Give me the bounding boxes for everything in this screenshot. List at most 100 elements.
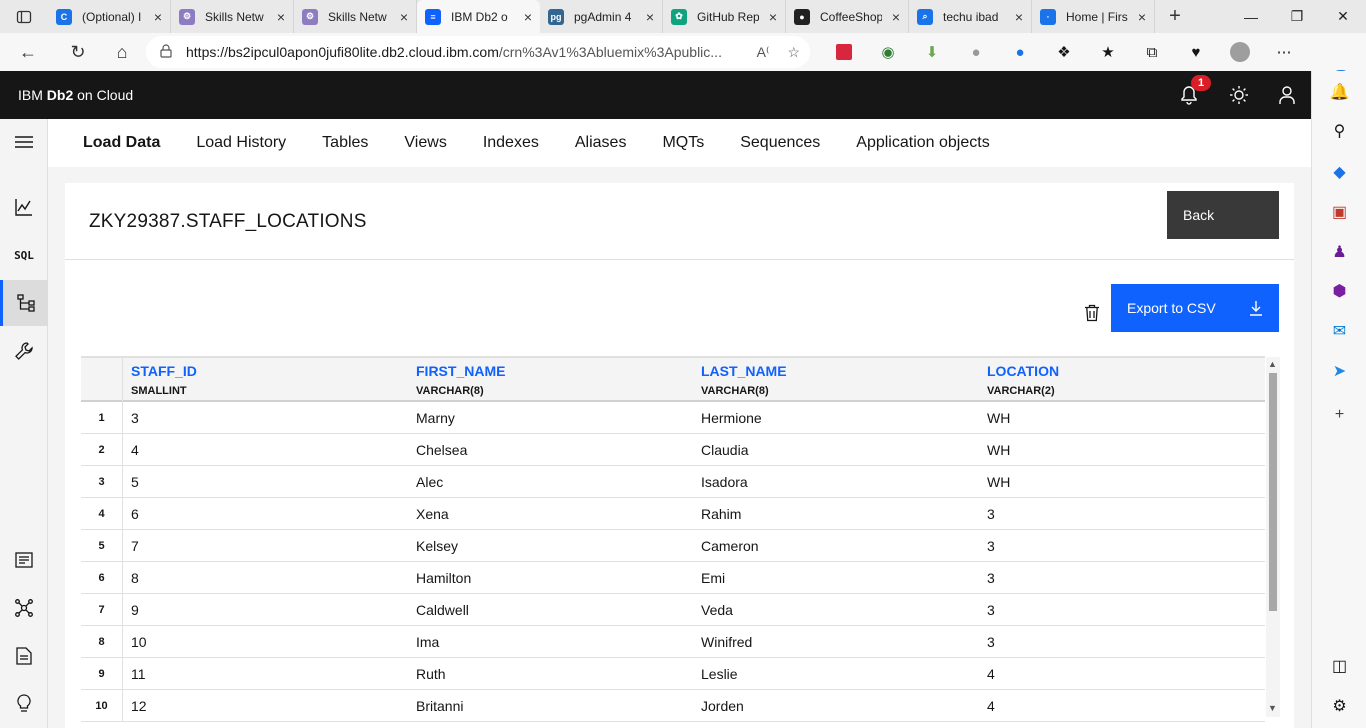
sidebar-layout-icon[interactable]: ◫ [1312, 651, 1366, 681]
search-sidebar-icon[interactable]: ⚲ [1312, 116, 1366, 146]
collections-icon[interactable]: ⧉ [1130, 44, 1174, 61]
games-sidebar-icon[interactable]: ♟ [1312, 237, 1366, 267]
tab-aliases[interactable]: Aliases [575, 134, 627, 152]
tab-close-icon[interactable]: × [400, 9, 408, 25]
outlook-sidebar-icon[interactable]: ✉ [1312, 316, 1366, 346]
browser-tab[interactable]: pg pgAdmin 4 × [540, 0, 663, 33]
notification-bell-icon[interactable]: 1 [1165, 71, 1213, 119]
tab-actions-icon[interactable] [0, 0, 48, 33]
new-tab-button[interactable]: + [1155, 5, 1195, 28]
document-list-icon[interactable] [0, 633, 48, 679]
back-arrow-icon[interactable]: ← [0, 33, 56, 71]
cell-first-name: Ima [416, 634, 440, 650]
scroll-down-icon[interactable]: ▼ [1268, 703, 1277, 713]
theme-toggle-icon[interactable] [1215, 71, 1263, 119]
favorites-icon[interactable]: ★ [1086, 43, 1130, 61]
documents-icon[interactable] [0, 537, 48, 583]
tab-close-icon[interactable]: × [1015, 9, 1023, 25]
table-row[interactable]: 9 11 Ruth Leslie 4 [81, 658, 1265, 690]
tab-close-icon[interactable]: × [646, 9, 654, 25]
table-row[interactable]: 5 7 Kelsey Cameron 3 [81, 530, 1265, 562]
export-csv-button[interactable]: Export to CSV [1111, 284, 1279, 332]
column-header-last-name[interactable]: LAST_NAME VARCHAR(8) [701, 363, 787, 397]
extension-shazam-icon[interactable]: ● [998, 44, 1042, 61]
read-aloud-icon[interactable]: A⁽ [757, 44, 770, 61]
tab-close-icon[interactable]: × [892, 9, 900, 25]
refresh-icon[interactable]: ↻ [56, 33, 100, 71]
address-bar[interactable]: https://bs2ipcul0apon0jufi80lite.db2.clo… [146, 36, 810, 68]
lightbulb-icon[interactable] [0, 681, 48, 727]
tab-sequences[interactable]: Sequences [740, 134, 820, 152]
office-sidebar-icon[interactable]: ⬢ [1312, 276, 1366, 306]
cell-first-name: Alec [416, 474, 444, 490]
table-row[interactable]: 1 3 Marny Hermione WH [81, 402, 1265, 434]
back-button[interactable]: Back [1167, 191, 1279, 239]
tab-close-icon[interactable]: × [154, 9, 162, 25]
cell-location: 3 [987, 506, 995, 522]
tab-mqts[interactable]: MQTs [662, 134, 704, 152]
toolbox-sidebar-icon[interactable]: ▣ [1312, 197, 1366, 227]
restore-button[interactable]: ❐ [1274, 0, 1320, 33]
tab-close-icon[interactable]: × [1138, 9, 1146, 25]
page-scrollbar-thumb[interactable] [1269, 373, 1277, 611]
table-row[interactable]: 3 5 Alec Isadora WH [81, 466, 1265, 498]
network-icon[interactable] [0, 585, 48, 631]
table-row[interactable]: 7 9 Caldwell Veda 3 [81, 594, 1265, 626]
tab-load-history[interactable]: Load History [196, 134, 286, 152]
table-row[interactable]: 2 4 Chelsea Claudia WH [81, 434, 1265, 466]
extensions-icon[interactable]: ❖ [1042, 43, 1086, 61]
column-header-staff-id[interactable]: STAFF_ID SMALLINT [131, 363, 197, 397]
add-sidebar-icon[interactable]: + [1312, 400, 1366, 430]
cell-last-name: Veda [701, 602, 733, 618]
tab-close-icon[interactable]: × [769, 9, 777, 25]
tab-indexes[interactable]: Indexes [483, 134, 539, 152]
settings-more-icon[interactable]: ⋯ [1262, 43, 1306, 61]
tab-application-objects[interactable]: Application objects [856, 134, 989, 152]
user-icon[interactable] [1263, 71, 1311, 119]
column-header-first-name[interactable]: FIRST_NAME VARCHAR(8) [416, 363, 505, 397]
profile-avatar[interactable] [1218, 42, 1262, 62]
menu-icon[interactable] [0, 119, 48, 165]
favorite-add-icon[interactable]: ☆ [787, 44, 800, 61]
browser-tab[interactable]: ⌕ techu ibad × [909, 0, 1032, 33]
sidebar-settings-icon[interactable]: ⚙ [1312, 691, 1366, 721]
browser-tab[interactable]: C (Optional) I × [48, 0, 171, 33]
performance-icon[interactable]: ♥ [1174, 44, 1218, 61]
browser-tab[interactable]: ∙ Home | Firs × [1032, 0, 1155, 33]
table-row[interactable]: 6 8 Hamilton Emi 3 [81, 562, 1265, 594]
sql-icon[interactable]: SQL [0, 232, 48, 278]
table-row[interactable]: 8 10 Ima Winifred 3 [81, 626, 1265, 658]
app-brand[interactable]: IBM Db2 on Cloud [18, 87, 133, 103]
tab-favicon-icon: C [56, 8, 72, 25]
trash-icon[interactable] [1081, 301, 1103, 325]
extension-grammarly-icon[interactable]: ● [954, 44, 998, 61]
browser-tab[interactable]: ≡ IBM Db2 o × [417, 0, 540, 33]
tag-sidebar-icon[interactable]: ◆ [1312, 157, 1366, 187]
table-row[interactable]: 4 6 Xena Rahim 3 [81, 498, 1265, 530]
page-scrollbar[interactable]: ▲ ▼ [1266, 357, 1280, 717]
browser-tab[interactable]: ✿ GitHub Rep × [663, 0, 786, 33]
tab-close-icon[interactable]: × [524, 9, 532, 25]
monitor-chart-icon[interactable] [0, 184, 48, 230]
tab-load-data[interactable]: Load Data [83, 134, 160, 152]
tab-views[interactable]: Views [404, 134, 446, 152]
extension-globe-icon[interactable]: ◉ [866, 43, 910, 61]
tab-tables[interactable]: Tables [322, 134, 368, 152]
home-icon[interactable]: ⌂ [100, 33, 144, 71]
close-window-button[interactable]: ✕ [1320, 0, 1366, 33]
extension-download-icon[interactable]: ⬇ [910, 43, 954, 61]
table-row[interactable]: 10 12 Britanni Jorden 4 [81, 690, 1265, 722]
browser-tab[interactable]: ⚙ Skills Netw × [171, 0, 294, 33]
scroll-up-icon[interactable]: ▲ [1268, 359, 1277, 369]
wrench-icon[interactable] [0, 328, 48, 374]
page-title: ZKY29387.STAFF_LOCATIONS [89, 211, 367, 232]
extension-red-icon[interactable] [822, 44, 866, 60]
send-sidebar-icon[interactable]: ➤ [1312, 356, 1366, 386]
bell-sidebar-icon[interactable]: 🔔 [1312, 77, 1366, 107]
tab-close-icon[interactable]: × [277, 9, 285, 25]
minimize-button[interactable]: — [1228, 0, 1274, 33]
column-header-location[interactable]: LOCATION VARCHAR(2) [987, 363, 1059, 397]
browser-tab[interactable]: ● CoffeeShop × [786, 0, 909, 33]
browser-tab[interactable]: ⚙ Skills Netw × [294, 0, 417, 33]
data-explore-icon[interactable] [0, 280, 48, 326]
